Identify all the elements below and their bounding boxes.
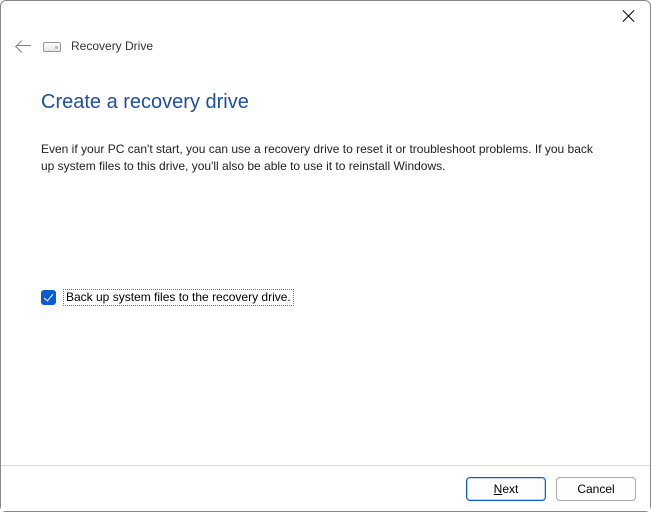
close-icon[interactable] (622, 9, 636, 23)
cancel-button[interactable]: Cancel (556, 477, 636, 501)
title-bar (1, 1, 650, 31)
page-description: Even if your PC can't start, you can use… (41, 141, 600, 176)
backup-checkbox-row[interactable]: Back up system files to the recovery dri… (41, 289, 294, 306)
checkbox-checked-icon[interactable] (41, 290, 56, 305)
window-title: Recovery Drive (71, 39, 153, 53)
next-button[interactable]: Next (466, 477, 546, 501)
backup-checkbox-label[interactable]: Back up system files to the recovery dri… (63, 289, 294, 306)
drive-icon (43, 42, 61, 52)
next-button-rest: ext (502, 482, 518, 496)
back-arrow-icon[interactable] (15, 39, 33, 53)
footer: Next Cancel (1, 465, 650, 511)
header-row: Recovery Drive (15, 39, 636, 53)
page-title: Create a recovery drive (41, 91, 249, 114)
